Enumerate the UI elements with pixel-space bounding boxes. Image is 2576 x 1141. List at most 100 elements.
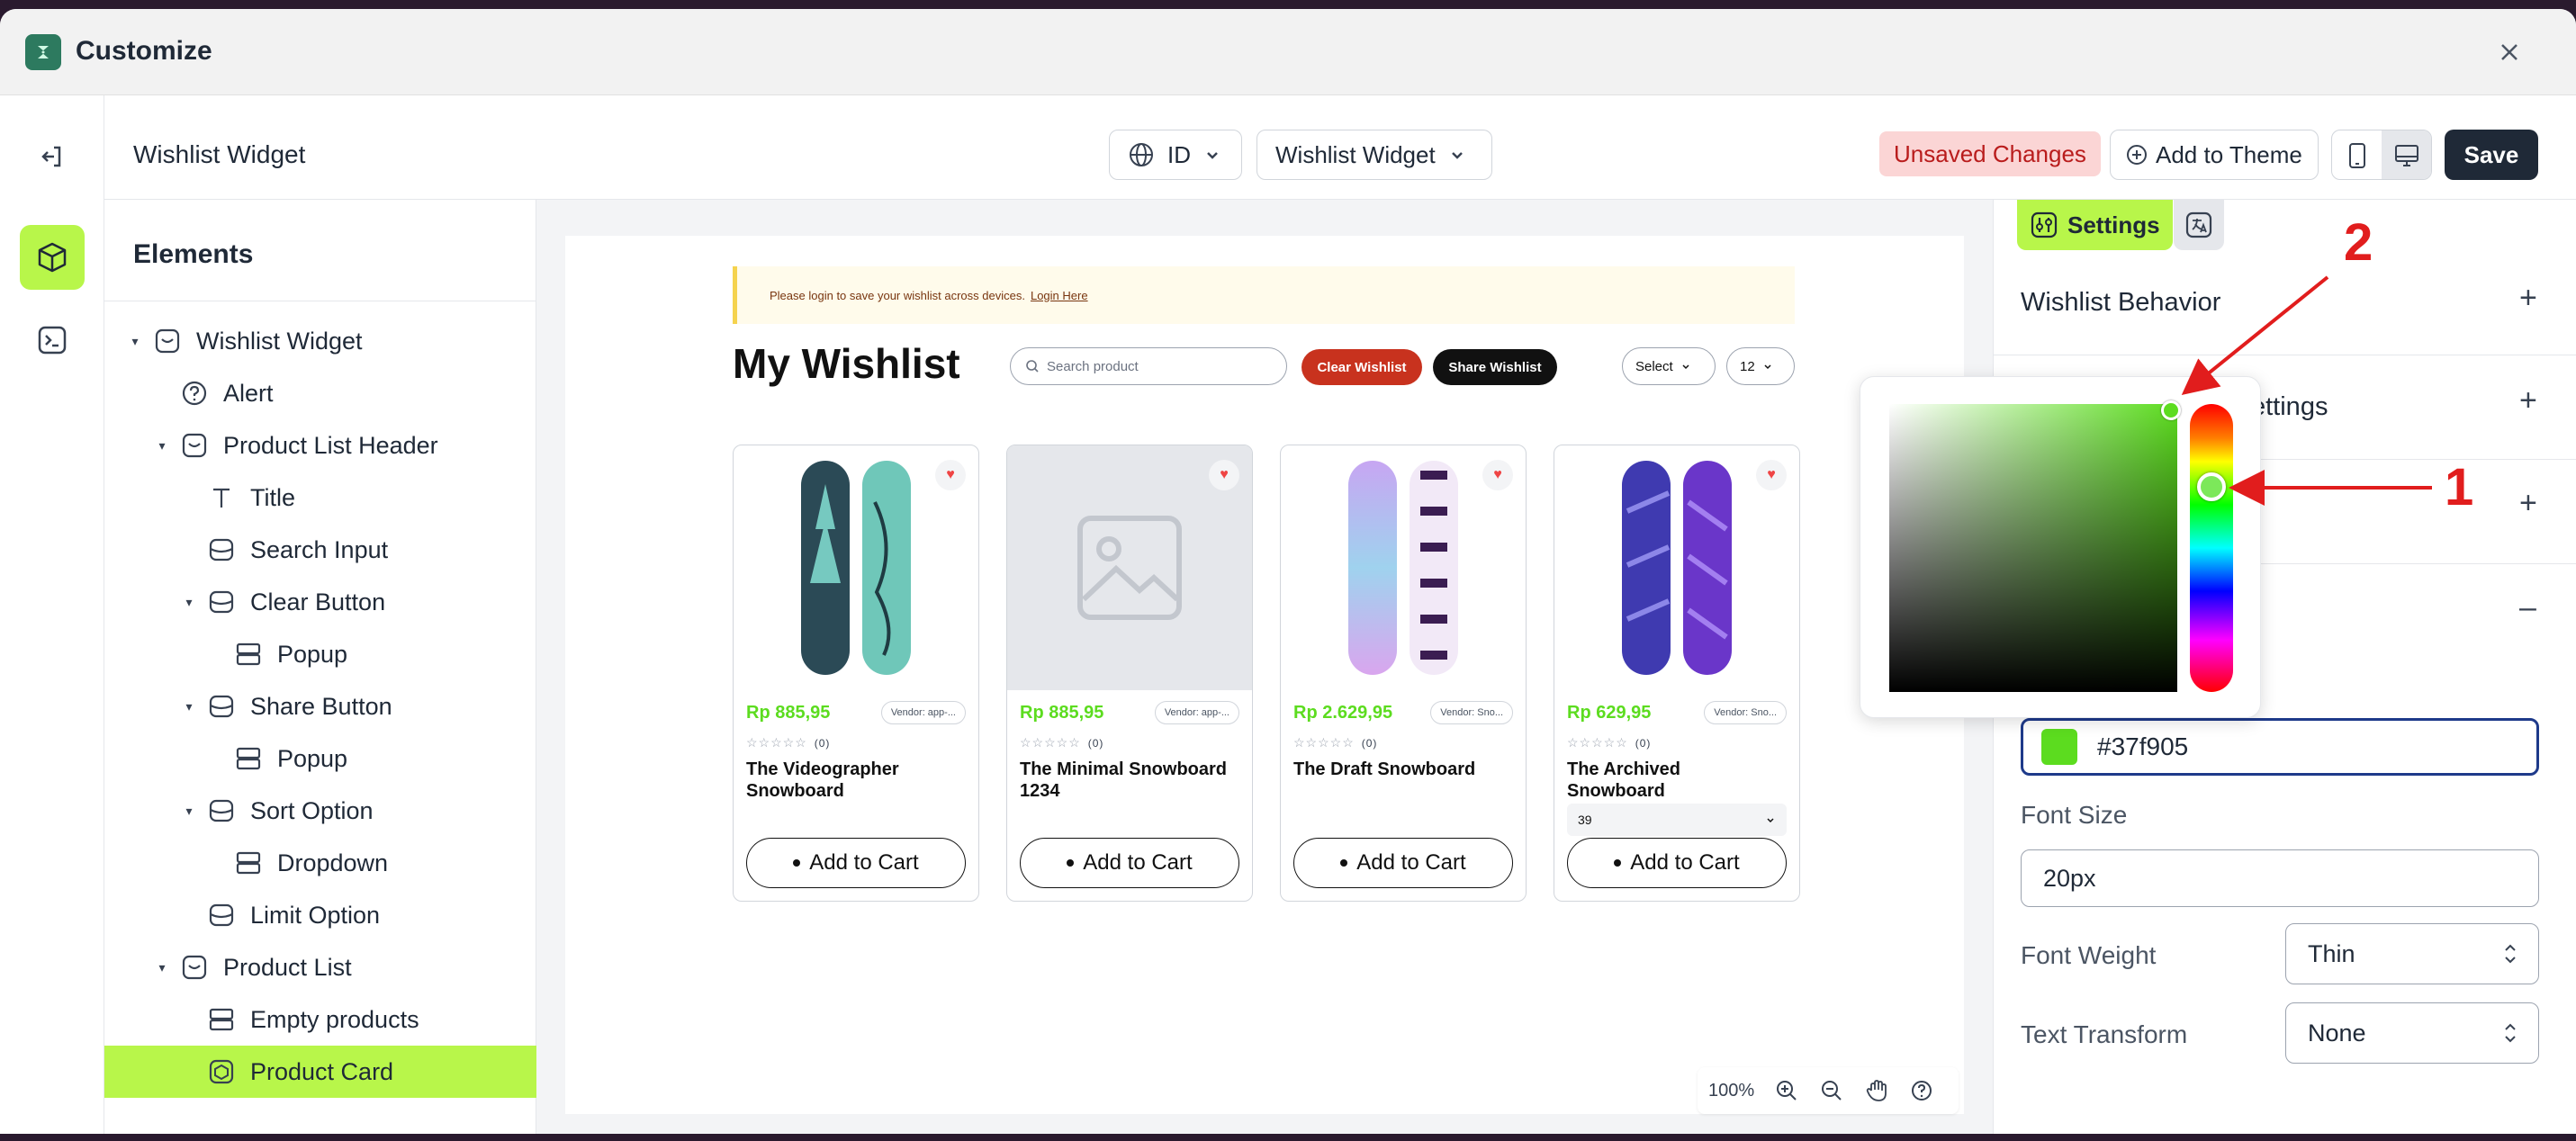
add-to-theme-label: Add to Theme: [2156, 140, 2302, 168]
template-dropdown[interactable]: Wishlist Widget: [1256, 130, 1492, 180]
product-card-icon: [205, 1056, 238, 1088]
tree-item[interactable]: Limit Option: [104, 889, 536, 941]
heart-icon[interactable]: ♥: [1482, 460, 1513, 490]
color-input[interactable]: #37f905: [2021, 718, 2539, 776]
caret-down-icon[interactable]: ▾: [126, 334, 144, 349]
elements-tab-button[interactable]: [20, 225, 85, 290]
tree-item[interactable]: Popup: [104, 628, 536, 680]
left-rail: [0, 95, 104, 1134]
text-transform-value: None: [2308, 1019, 2366, 1047]
caret-down-icon[interactable]: ▾: [153, 438, 171, 454]
heart-icon[interactable]: ♥: [935, 460, 966, 490]
color-value: #37f905: [2097, 732, 2189, 760]
font-weight-select[interactable]: Thin: [2285, 923, 2539, 984]
save-button[interactable]: Save: [2445, 130, 2538, 180]
tree-item[interactable]: ▾ Sort Option: [104, 785, 536, 837]
add-to-cart-button[interactable]: Add to Cart: [1020, 838, 1239, 888]
tree-item[interactable]: ▾ Product List Header: [104, 419, 536, 472]
product-name[interactable]: The Draft Snowboard: [1293, 759, 1509, 780]
hue-handle[interactable]: [2197, 472, 2226, 501]
tree-item[interactable]: ▾ Wishlist Widget: [104, 315, 536, 367]
tree-item[interactable]: Empty products: [104, 993, 536, 1046]
add-to-theme-button[interactable]: Add to Theme: [2110, 130, 2319, 180]
product-name[interactable]: The Minimal Snowboard 1234: [1020, 759, 1236, 802]
product-name[interactable]: The Videographer Snowboard: [746, 759, 962, 802]
rating-stars: ☆☆☆☆☆ (0): [746, 735, 831, 750]
collapse-minus-icon[interactable]: –: [2519, 590, 2536, 625]
product-name[interactable]: The Archived Snowboard: [1567, 759, 1783, 802]
tree-item[interactable]: Title: [104, 472, 536, 524]
hand-icon[interactable]: [1864, 1078, 1889, 1103]
tree-item[interactable]: Popup: [104, 732, 536, 785]
search-input[interactable]: Search product: [1010, 347, 1287, 385]
rating-stars: ☆☆☆☆☆ (0): [1293, 735, 1378, 750]
heart-icon[interactable]: ♥: [1756, 460, 1787, 490]
tree-item[interactable]: ▾ Share Button: [104, 680, 536, 732]
tree-item-label: Product List Header: [223, 431, 438, 459]
add-to-cart-button[interactable]: Add to Cart: [746, 838, 966, 888]
product-card[interactable]: ♥ Rp 2.629,95 Vendor: Sno... ☆☆☆☆☆ (0) Th…: [1280, 445, 1527, 902]
translate-icon: [2185, 211, 2212, 238]
expand-plus-icon[interactable]: +: [2519, 486, 2537, 521]
code-tab-button[interactable]: [20, 308, 85, 373]
language-dropdown[interactable]: ID: [1109, 130, 1242, 180]
tree-item[interactable]: Product Card: [104, 1046, 536, 1098]
settings-tab[interactable]: Settings: [2017, 200, 2173, 250]
tree-item[interactable]: ▾ Product List: [104, 941, 536, 993]
add-to-cart-button[interactable]: Add to Cart: [1293, 838, 1513, 888]
font-weight-label: Font Weight: [2021, 941, 2157, 969]
tree-item[interactable]: Dropdown: [104, 837, 536, 889]
product-card[interactable]: ♥ Rp 885,95 Vendor: app-... ☆☆☆☆☆ (0) The…: [1006, 445, 1253, 902]
desktop-strip: [0, 1134, 2576, 1141]
product-card[interactable]: ♥ Rp 885,95 Vendor: app-... ☆☆☆☆☆ (0) The…: [733, 445, 979, 902]
share-wishlist-button[interactable]: Share Wishlist: [1433, 349, 1557, 385]
wishlist-behavior-section[interactable]: Wishlist Behavior: [2021, 288, 2534, 318]
review-count: (0): [1635, 737, 1652, 750]
elements-panel: Elements ▾ Wishlist Widget Alert ▾ Product L…: [104, 200, 536, 1134]
login-link[interactable]: Login Here: [1031, 289, 1088, 302]
chevron-down-icon: [1451, 152, 1463, 159]
caret-down-icon[interactable]: ▾: [180, 804, 198, 819]
widget-icon: [178, 951, 211, 984]
desktop-view-button[interactable]: [2382, 130, 2431, 179]
caret-down-icon[interactable]: ▾: [180, 595, 198, 610]
caret-down-icon[interactable]: ▾: [180, 699, 198, 714]
heart-icon[interactable]: ♥: [1209, 460, 1239, 490]
vendor-badge: Vendor: Sno...: [1704, 701, 1787, 724]
rows-icon: [232, 638, 265, 670]
sort-select[interactable]: Select: [1622, 347, 1716, 385]
chevron-updown-icon: [2505, 944, 2516, 964]
tree-item-label: Search Input: [250, 535, 389, 563]
clear-wishlist-button[interactable]: Clear Wishlist: [1302, 349, 1422, 385]
exit-icon[interactable]: [32, 137, 72, 181]
saturation-handle[interactable]: [2161, 400, 2181, 420]
product-card[interactable]: ♥ Rp 629,95 Vendor: Sno... ☆☆☆☆☆ (0) The …: [1554, 445, 1800, 902]
caret-down-icon[interactable]: ▾: [153, 960, 171, 975]
add-to-cart-button[interactable]: Add to Cart: [1567, 838, 1787, 888]
hue-slider[interactable]: [2190, 404, 2233, 692]
saturation-value-area[interactable]: [1889, 404, 2177, 692]
close-icon[interactable]: [2493, 36, 2526, 68]
variant-select[interactable]: 39: [1567, 804, 1787, 836]
zoom-in-icon[interactable]: [1774, 1078, 1799, 1103]
translate-tab[interactable]: [2174, 200, 2224, 250]
mobile-view-button[interactable]: [2332, 130, 2382, 179]
mobile-icon: [2348, 143, 2365, 168]
help-icon[interactable]: [1909, 1078, 1934, 1103]
expand-plus-icon[interactable]: +: [2519, 281, 2537, 316]
text-transform-select[interactable]: None: [2285, 1002, 2539, 1064]
limit-select[interactable]: 12: [1726, 347, 1795, 385]
color-swatch[interactable]: [2041, 729, 2077, 765]
text-transform-label: Text Transform: [2021, 1020, 2188, 1048]
app-title: Customize: [76, 36, 212, 66]
font-size-input[interactable]: 20px: [2021, 849, 2539, 907]
language-label: ID: [1167, 140, 1191, 168]
limit-value: 12: [1740, 358, 1755, 374]
tree-item[interactable]: Search Input: [104, 524, 536, 576]
tree-item[interactable]: Alert: [104, 367, 536, 419]
expand-plus-icon[interactable]: +: [2519, 383, 2537, 418]
product-price: Rp 885,95: [746, 703, 831, 723]
tree-item[interactable]: ▾ Clear Button: [104, 576, 536, 628]
zoom-out-icon[interactable]: [1819, 1078, 1844, 1103]
chevron-down-icon: [1764, 364, 1771, 370]
